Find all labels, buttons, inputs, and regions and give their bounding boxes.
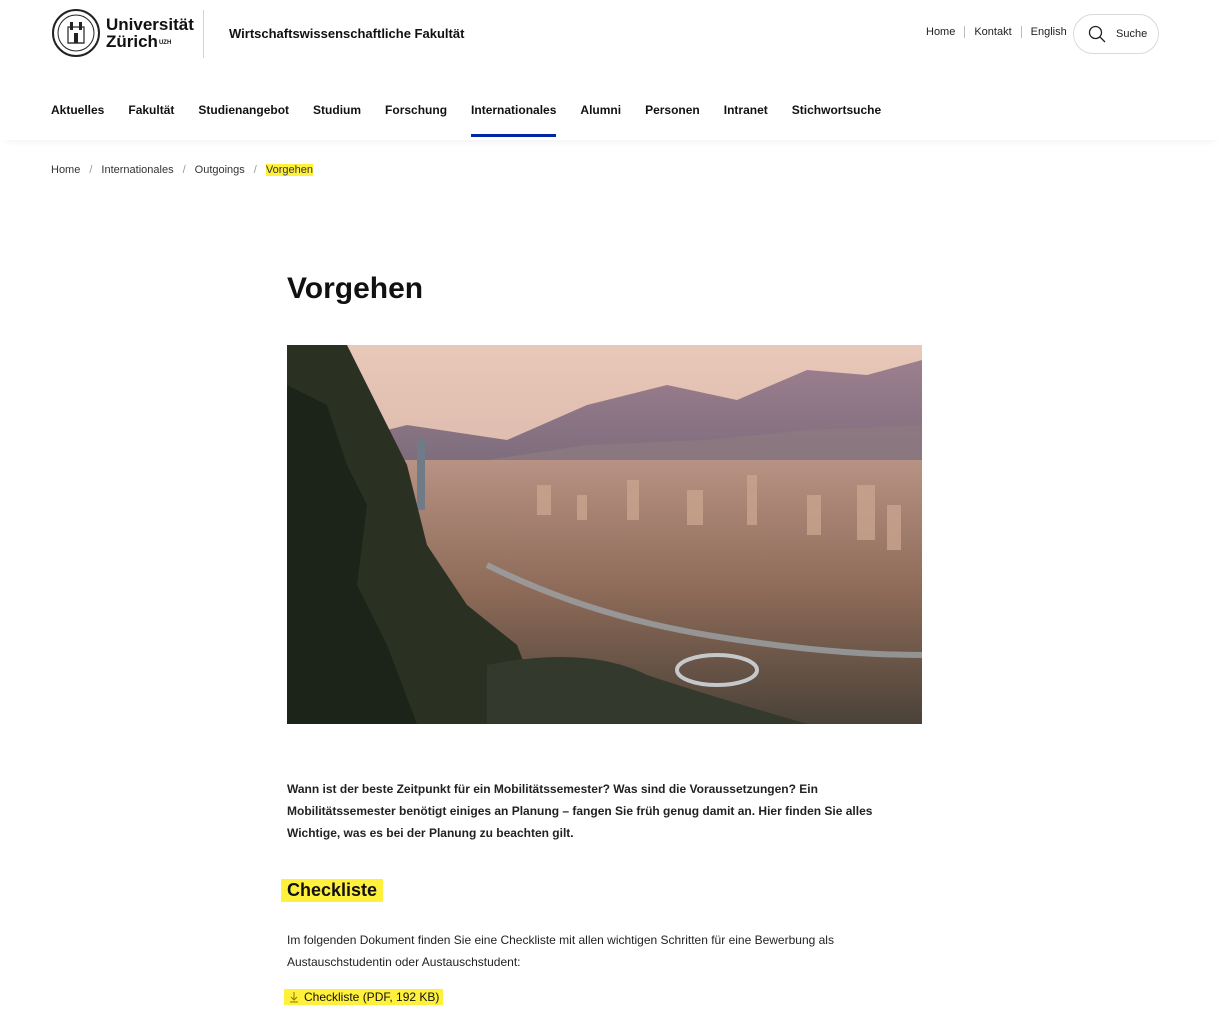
nav-item-intranet[interactable]: Intranet bbox=[724, 103, 768, 139]
meta-links: Home Kontakt English bbox=[926, 26, 1067, 38]
meta-link-home[interactable]: Home bbox=[926, 26, 955, 38]
download-link-checkliste[interactable]: Checkliste (PDF, 192 KB) bbox=[284, 989, 444, 1005]
university-seal-icon bbox=[52, 9, 100, 57]
nav-item-aktuelles[interactable]: Aktuelles bbox=[51, 103, 104, 139]
logo-wordmark: Universität ZürichUZH bbox=[106, 16, 194, 50]
meta-link-english[interactable]: English bbox=[1031, 26, 1067, 38]
breadcrumb-separator: / bbox=[89, 164, 93, 176]
search-button[interactable]: Suche bbox=[1073, 14, 1159, 54]
meta-separator bbox=[964, 26, 966, 38]
intro-text: Wann ist der beste Zeitpunkt für ein Mob… bbox=[287, 782, 873, 840]
logo-line-2: ZürichUZH bbox=[106, 33, 194, 50]
download-icon bbox=[290, 992, 298, 1003]
download-label: Checkliste (PDF, 192 KB) bbox=[304, 990, 440, 1004]
meta-separator bbox=[1020, 26, 1022, 38]
breadcrumb-current: Vorgehen bbox=[265, 164, 313, 176]
logo-city: Zürich bbox=[106, 32, 158, 51]
header-divider bbox=[203, 10, 204, 58]
search-icon bbox=[1088, 25, 1106, 43]
breadcrumb: Home / Internationales / Outgoings / Vor… bbox=[51, 164, 313, 176]
breadcrumb-outgoings[interactable]: Outgoings bbox=[195, 164, 245, 176]
nav-item-internationales[interactable]: Internationales bbox=[471, 103, 557, 139]
section-text: Im folgenden Dokument finden Sie eine Ch… bbox=[287, 933, 834, 969]
breadcrumb-separator: / bbox=[253, 164, 257, 176]
nav-item-studium[interactable]: Studium bbox=[313, 103, 361, 139]
hero-image bbox=[287, 345, 922, 724]
search-label: Suche bbox=[1116, 28, 1148, 40]
logo-line-1: Universität bbox=[106, 15, 194, 34]
section-title-checkliste: Checkliste bbox=[281, 879, 384, 902]
main-navigation: Aktuelles Fakultät Studienangebot Studiu… bbox=[51, 103, 905, 139]
site-header: Universität ZürichUZH Wirtschaftswissens… bbox=[0, 0, 1221, 140]
logo-superscript: UZH bbox=[158, 40, 172, 46]
meta-link-kontakt[interactable]: Kontakt bbox=[974, 26, 1011, 38]
breadcrumb-home[interactable]: Home bbox=[51, 164, 80, 176]
breadcrumb-internationales[interactable]: Internationales bbox=[101, 164, 173, 176]
nav-item-fakultaet[interactable]: Fakultät bbox=[128, 103, 174, 139]
nav-item-studienangebot[interactable]: Studienangebot bbox=[198, 103, 289, 139]
nav-item-personen[interactable]: Personen bbox=[645, 103, 700, 139]
page-title: Vorgehen bbox=[287, 272, 424, 305]
nav-item-stichwortsuche[interactable]: Stichwortsuche bbox=[792, 103, 881, 139]
nav-item-forschung[interactable]: Forschung bbox=[385, 103, 447, 139]
nav-item-alumni[interactable]: Alumni bbox=[580, 103, 621, 139]
faculty-name[interactable]: Wirtschaftswissenschaftliche Fakultät bbox=[229, 26, 464, 41]
university-logo[interactable]: Universität ZürichUZH bbox=[52, 9, 194, 57]
breadcrumb-separator: / bbox=[182, 164, 186, 176]
